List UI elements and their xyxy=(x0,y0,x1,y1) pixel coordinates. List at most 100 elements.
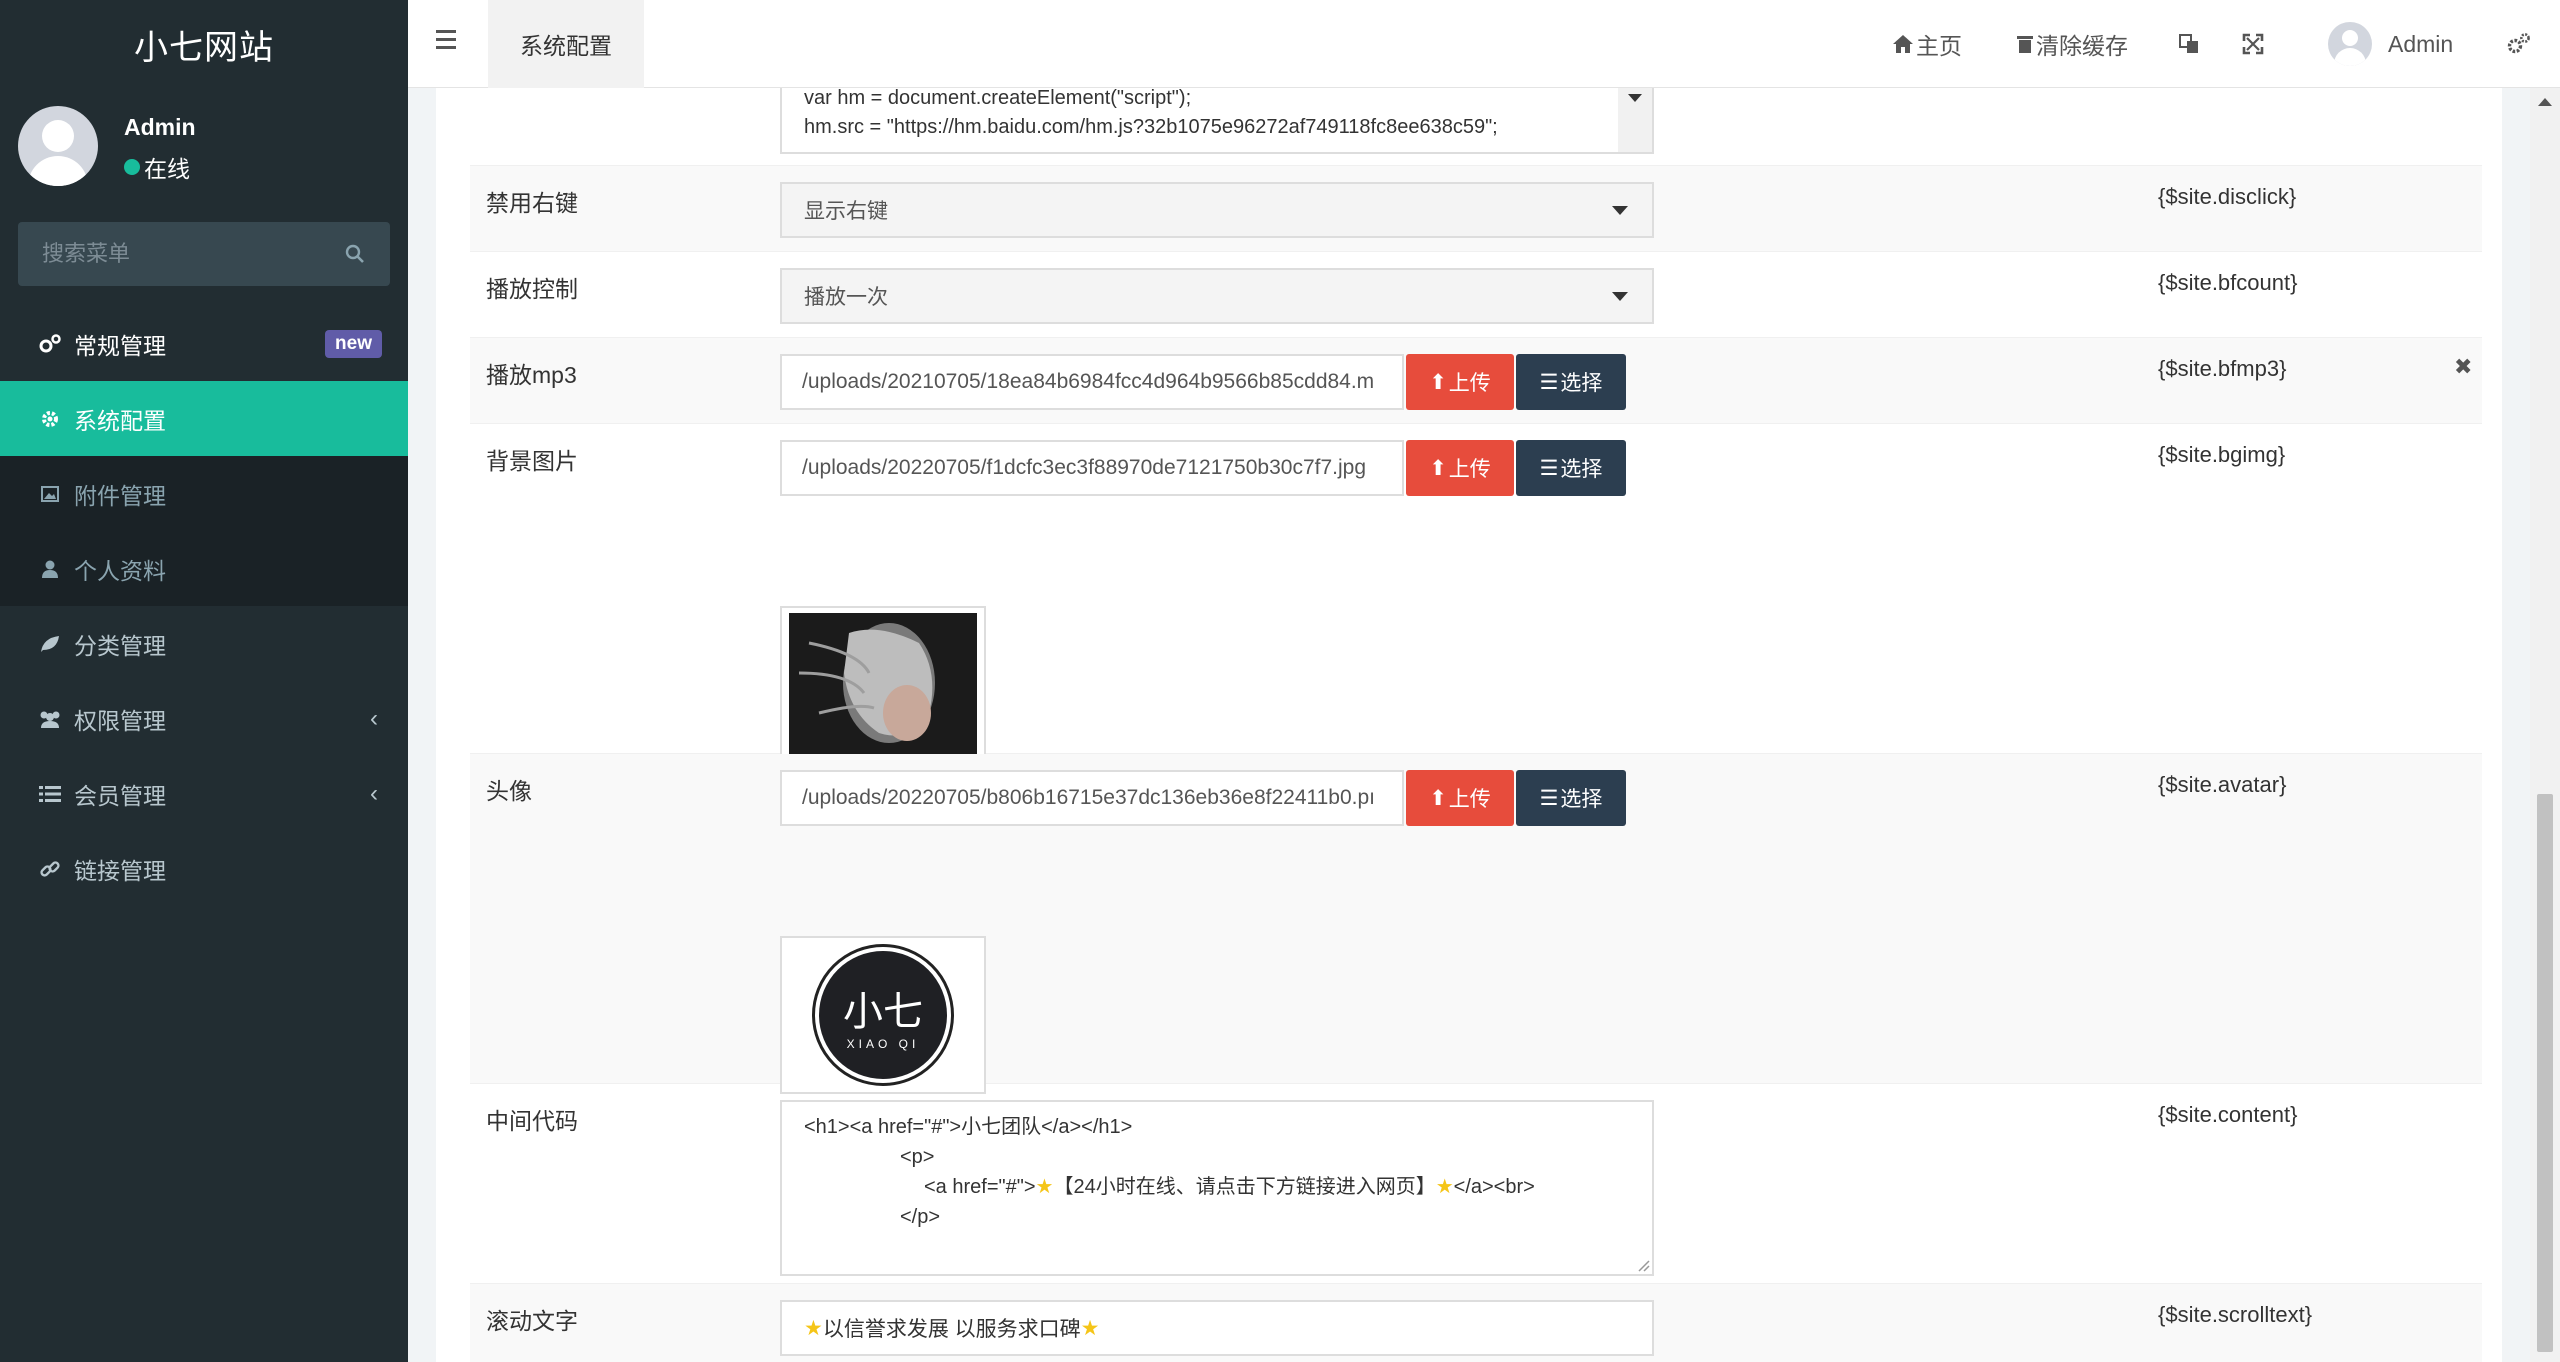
sidebar-item-attachments[interactable]: 附件管理 xyxy=(0,456,408,531)
sidebar-item-label: 附件管理 xyxy=(74,482,166,509)
gear-icon xyxy=(36,405,64,433)
button-label: 选择 xyxy=(1560,458,1603,481)
menu-search xyxy=(18,222,390,286)
upload-button[interactable]: ⬆ 上传 xyxy=(1406,354,1514,410)
select-value: 播放一次 xyxy=(804,286,888,309)
sidebar-item-general[interactable]: 常规管理 new xyxy=(0,306,408,381)
new-badge: new xyxy=(325,330,382,358)
field-label: 播放控制 xyxy=(486,276,578,302)
menu-toggle-icon[interactable] xyxy=(436,30,456,54)
avatar xyxy=(2328,22,2372,66)
field-variable: {$site.scrolltext} xyxy=(2158,1302,2313,1327)
sidebar-item-members[interactable]: 会员管理 ‹ xyxy=(0,756,408,831)
choose-button[interactable]: ☰ 选择 xyxy=(1516,770,1626,826)
button-label: 上传 xyxy=(1448,458,1491,481)
button-label: 上传 xyxy=(1448,372,1491,395)
field-variable: {$site.disclick} xyxy=(2158,184,2297,209)
list-icon: ☰ xyxy=(1539,456,1559,480)
form-row-scrolltext: 滚动文字 ★ 以信誉求发展 以服务求口碑 ★ {$site.scrolltext} xyxy=(470,1284,2482,1362)
sidebar-item-label: 权限管理 xyxy=(74,707,166,734)
upload-button[interactable]: ⬆ 上传 xyxy=(1406,440,1514,496)
upload-icon: ⬆ xyxy=(1429,786,1447,810)
remove-row-icon[interactable]: ✖ xyxy=(2454,354,2472,380)
bgimg-preview[interactable] xyxy=(780,606,986,764)
sidebar-item-label: 个人资料 xyxy=(74,557,166,584)
field-variable: {$site.avatar} xyxy=(2158,772,2287,797)
site-logo[interactable]: 小七网站 xyxy=(0,0,408,88)
star-icon: ★ xyxy=(1080,1316,1100,1340)
star-icon: ★ xyxy=(1035,1176,1054,1198)
user-name: Admin xyxy=(124,114,196,140)
scrollbar-thumb[interactable] xyxy=(2537,794,2553,1352)
content-textarea[interactable]: <h1><a href="#">小七团队</a></h1> <p> <a href=… xyxy=(780,1100,1654,1276)
code-fragment: </a><br> xyxy=(1453,1176,1535,1198)
list-icon: ☰ xyxy=(1539,786,1559,810)
avatar-input[interactable]: /uploads/20220705/b806b16715e37dc136eb36… xyxy=(780,770,1404,826)
menu-search-input[interactable] xyxy=(42,241,344,267)
clear-cache-link[interactable]: 清除缓存 xyxy=(2016,0,2128,88)
star-icon: ★ xyxy=(804,1316,823,1340)
field-label: 背景图片 xyxy=(486,448,578,474)
user-menu[interactable]: Admin xyxy=(2328,0,2453,88)
textarea-scrollbar[interactable] xyxy=(1618,88,1652,152)
avatar-logo: 小七 XIAO QI xyxy=(812,944,954,1086)
sidebar-item-links[interactable]: 链接管理 xyxy=(0,831,408,906)
avatar xyxy=(18,106,98,186)
language-icon[interactable] xyxy=(2178,0,2200,88)
group-icon xyxy=(36,705,64,733)
code-fragment: 【24小时在线、请点击下方链接进入网页】 xyxy=(1053,1176,1436,1198)
status-text: 在线 xyxy=(144,156,190,182)
chevron-left-icon: ‹ xyxy=(370,704,378,732)
code-fragment: <a href="#"> xyxy=(924,1176,1036,1198)
form-row-avatar: 头像 /uploads/20220705/b806b16715e37dc136e… xyxy=(470,754,2482,1146)
choose-button[interactable]: ☰ 选择 xyxy=(1516,440,1626,496)
cogs-icon xyxy=(36,330,64,358)
sidebar-item-label: 链接管理 xyxy=(74,857,166,884)
scroll-up-icon[interactable] xyxy=(2538,98,2552,106)
sidebar-item-permission[interactable]: 权限管理 ‹ xyxy=(0,681,408,756)
content-area: var hm = document.createElement("script"… xyxy=(408,88,2530,1362)
field-variable: {$site.bfcount} xyxy=(2158,270,2298,295)
online-dot-icon xyxy=(124,159,140,175)
tab-system-config[interactable]: 系统配置 xyxy=(488,0,644,88)
home-link[interactable]: 主页 xyxy=(1892,0,1962,88)
select-value: 显示右键 xyxy=(804,200,888,223)
list-icon xyxy=(36,780,64,808)
scrolltext-input[interactable]: ★ 以信誉求发展 以服务求口碑 ★ xyxy=(780,1300,1654,1356)
field-label: 滚动文字 xyxy=(486,1308,578,1334)
choose-button[interactable]: ☰ 选择 xyxy=(1516,354,1626,410)
fullscreen-icon[interactable] xyxy=(2242,0,2264,88)
avatar-preview[interactable]: 小七 XIAO QI xyxy=(780,936,986,1094)
home-label: 主页 xyxy=(1916,33,1962,59)
field-variable: {$site.content} xyxy=(2158,1102,2298,1127)
code-line: <a href="#">★【24小时在线、请点击下方链接进入网页】★</a><b… xyxy=(804,1172,1630,1202)
form-row-code-top: var hm = document.createElement("script"… xyxy=(470,88,2482,166)
code-line: hm.src = "https://hm.baidu.com/hm.js?32b… xyxy=(804,116,1498,138)
bgimg-input[interactable]: /uploads/20220705/f1dcfc3ec3f88970de7121… xyxy=(780,440,1404,496)
resize-handle-icon[interactable] xyxy=(1636,1258,1650,1272)
leaf-icon xyxy=(36,630,64,658)
input-value: 以信誉求发展 以服务求口碑 xyxy=(822,1318,1081,1341)
field-label: 头像 xyxy=(486,778,532,804)
sidebar: 小七网站 Admin 在线 常规管理 new 系统配置 附件管理 xyxy=(0,0,408,1362)
field-variable: {$site.bfmp3} xyxy=(2158,356,2287,381)
sidebar-item-category[interactable]: 分类管理 xyxy=(0,606,408,681)
sidebar-item-profile[interactable]: 个人资料 xyxy=(0,531,408,606)
bfmp3-input[interactable]: /uploads/20210705/18ea84b6984fcc4d964b95… xyxy=(780,354,1404,410)
field-label: 中间代码 xyxy=(486,1108,578,1134)
upload-button[interactable]: ⬆ 上传 xyxy=(1406,770,1514,826)
clear-cache-label: 清除缓存 xyxy=(2036,33,2128,59)
button-label: 选择 xyxy=(1560,372,1603,395)
code-top-textarea[interactable]: var hm = document.createElement("script"… xyxy=(780,88,1654,154)
sidebar-item-system-config[interactable]: 系统配置 xyxy=(0,381,408,456)
bfcount-select[interactable]: 播放一次 xyxy=(780,268,1654,324)
code-line: var hm = document.createElement("script"… xyxy=(804,88,1192,109)
star-icon: ★ xyxy=(1435,1176,1454,1198)
form-row-bfcount: 播放控制 播放一次 {$site.bfcount} xyxy=(470,252,2482,338)
disclick-select[interactable]: 显示右键 xyxy=(780,182,1654,238)
search-icon[interactable] xyxy=(344,243,366,265)
settings-icon[interactable] xyxy=(2506,0,2532,88)
chevron-left-icon: ‹ xyxy=(370,779,378,807)
user-icon xyxy=(36,555,64,583)
page-scrollbar[interactable] xyxy=(2530,88,2560,1362)
